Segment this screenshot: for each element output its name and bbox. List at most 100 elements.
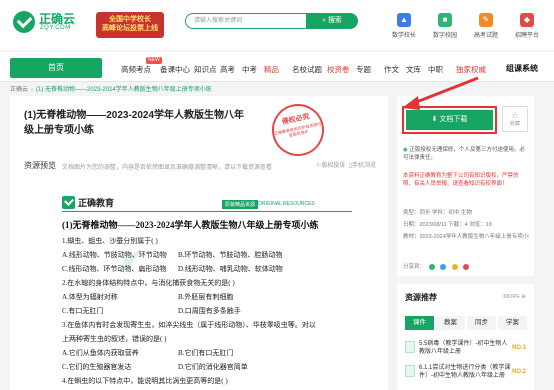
line-text: 3.在鱼体内有时会发现寄生虫，如淬尖线虫（属于线形动物）、华枝睾吸虫等。对以 bbox=[62, 321, 316, 329]
download-highlight: ⬇ 文档下载 bbox=[402, 106, 497, 134]
question-line: 4.在蝌虫的以下特点中，能说明其比涡虫更高等的是( ) bbox=[62, 376, 352, 386]
option-a: A.它们从鱼体内获取营养 bbox=[62, 349, 139, 357]
page-title: (1)无脊椎动物——2023-2024学年人教版生物八年级上册专项小练 bbox=[24, 110, 245, 136]
campus-icon: ■ bbox=[438, 13, 452, 27]
option-d: D.口周围有多条触手 bbox=[178, 307, 241, 315]
line-text: 上两种寄生虫的叙述，错误的是( ) bbox=[62, 335, 167, 343]
nav-item-school-paper[interactable]: 校资卷 bbox=[327, 64, 350, 75]
top-link-jobs[interactable]: ◆ 招聘平台 bbox=[508, 13, 546, 39]
recommend-panel: 资源推荐 MORE ⊕ 课件 教案 同步 学案 5.5病毒（教学课件）-初中生物… bbox=[397, 284, 534, 390]
top-link-exam[interactable]: ✎ 高考试题 bbox=[467, 13, 505, 39]
option-d: D.它们的消化器官简单 bbox=[178, 363, 248, 371]
promo-banner[interactable]: 全国中学校长 高峰论坛投票上线 bbox=[96, 12, 164, 38]
document-panel: (1)无脊椎动物——2023-2024学年人教版生物八年级上册专项小练 侵权必究… bbox=[10, 96, 388, 390]
option-a: A.体型为辐射对称 bbox=[62, 293, 118, 301]
nav-item-knowledge[interactable]: 知识点 bbox=[194, 64, 217, 75]
copyright-stamp: 侵权必究 正确教育提供的所有资源均受版权保护 bbox=[267, 99, 329, 161]
recommend-item[interactable]: 6.1.1尝试对生物进行分类（教学课件）-初中生物人教版八年级上册 NO.2 bbox=[405, 364, 526, 382]
recommend-tabs: 课件 教案 同步 学案 bbox=[405, 316, 527, 330]
license-note-text: 正版授权无理保修，个人及第三方付送使用。必可法律责任。 bbox=[403, 147, 525, 161]
option-b: B.外胚层有刺细胞 bbox=[178, 293, 234, 301]
search-button[interactable]: ⌕ 搜索 bbox=[306, 13, 358, 29]
report-link[interactable]: 版权投诉 bbox=[321, 163, 345, 169]
question-line: A.它们从鱼体内获取营养 B.它们有口无肛门 bbox=[62, 348, 352, 358]
weibo-icon[interactable] bbox=[463, 263, 470, 270]
star-icon: ☆ bbox=[511, 111, 519, 120]
favorite-button[interactable]: ☆ 收藏 bbox=[502, 106, 528, 132]
breadcrumb-home[interactable]: 正确云 bbox=[10, 87, 28, 93]
briefcase-icon: ◆ bbox=[520, 13, 534, 27]
logo-subtitle: ZQY.COM bbox=[40, 25, 71, 31]
doc-brand-header: 正确教育 原装精品资源 ORIGINAL RESOURCES bbox=[62, 196, 352, 212]
preview-label: 资源预览 bbox=[24, 161, 56, 170]
recommend-item[interactable]: 5.5病毒（教学课件）-初中生物人教版八年级上册 NO.1 bbox=[405, 340, 526, 358]
option-b: B.它们有口无肛门 bbox=[178, 349, 234, 357]
question-line: 1.蝴虫、蛆虫、沙蚕分别属于( ) bbox=[62, 236, 352, 246]
nav-item-hot-points[interactable]: 高频考点 bbox=[121, 64, 151, 75]
tab-courseware[interactable]: 课件 bbox=[405, 316, 434, 330]
tab-study-plan[interactable]: 学案 bbox=[498, 316, 527, 330]
more-link[interactable]: MORE ⊕ bbox=[503, 294, 526, 300]
document-preview-page: 正确教育 原装精品资源 ORIGINAL RESOURCES ✔ (1)无脊椎动… bbox=[50, 182, 360, 390]
rank-badge: NO.1 bbox=[511, 345, 526, 351]
tab-sync[interactable]: 同步 bbox=[467, 316, 496, 330]
check-logo-icon bbox=[62, 196, 75, 209]
nav-item-exclusive[interactable]: 独家权威 bbox=[456, 64, 486, 75]
top-link-campus[interactable]: ■ 数字校园 bbox=[426, 13, 464, 39]
qq-icon[interactable] bbox=[440, 263, 447, 270]
nav-item-library[interactable]: 文库 bbox=[406, 64, 421, 75]
meta-type: 类型：同步 学科：初中 生物 bbox=[403, 210, 473, 216]
breadcrumb: 正确云 › (1) 无脊椎动物——2023-2024学年人教版生物八年级上册专项小练 bbox=[10, 84, 390, 94]
more-label: MORE bbox=[503, 294, 520, 300]
sheet-title: (1)无脊椎动物——2023-2024学年人教版生物八年级上册专项小练 bbox=[62, 220, 319, 230]
logo-icon[interactable] bbox=[13, 11, 35, 33]
option-c: C.它们的生殖器官发达 bbox=[62, 363, 132, 371]
top-link-label: 高考试题 bbox=[473, 33, 498, 39]
breadcrumb-separator: › bbox=[31, 87, 34, 93]
question-line: C.有口无肛门 D.口周围有多条触手 bbox=[62, 306, 352, 316]
nav-item-essay[interactable]: 作文 bbox=[384, 64, 399, 75]
top-link-principal[interactable]: ▲ 数学校长 bbox=[385, 13, 423, 39]
download-label: 文档下载 bbox=[439, 116, 468, 123]
recommend-title: 资源推荐 bbox=[405, 293, 437, 302]
license-note: ◉ 正版授权无理保修，个人及第三方付送使用。必可法律责任。 bbox=[403, 146, 529, 162]
question-line: C.它们的生殖器官发达 D.它们的消化器官简单 bbox=[62, 362, 352, 372]
recommend-item-title: 6.1.1尝试对生物进行分类（教学课件）-初中生物人教版八年级上册 bbox=[419, 365, 511, 379]
question-line: 3.在鱼体内有时会发现寄生虫，如淬尖线虫（属于线形动物）、华枝睾吸虫等。对以 bbox=[62, 320, 352, 330]
search-icon: ⌕ bbox=[322, 17, 326, 24]
share-row: 分享到： bbox=[403, 262, 471, 270]
option-c: C.线形动物、环节动物、扁形动物 bbox=[62, 265, 167, 273]
document-icon bbox=[405, 365, 415, 377]
tab-lesson-plan[interactable]: 教案 bbox=[436, 316, 465, 330]
top-link-label: 数学校长 bbox=[391, 33, 416, 39]
nav-item-famous-school[interactable]: 名校试题 bbox=[292, 64, 322, 75]
question-line: A.线形动物、节肢动物、环节动物 B.环节动物、节肢动物、腔肠动物 bbox=[62, 250, 352, 260]
wechat-icon[interactable] bbox=[428, 263, 435, 270]
nav-item-premium[interactable]: 精品 bbox=[264, 64, 279, 75]
line-text: 4.在蝌虫的以下特点中，能说明其比涡虫更高等的是( ) bbox=[62, 377, 228, 385]
side-panel: ⬇ 文档下载 ☆ 收藏 ◉ 正版授权无理保修，个人及第三方付送使用。必可法律责任… bbox=[397, 96, 534, 276]
nav-item-zhongkao[interactable]: 中考 bbox=[242, 64, 257, 75]
preview-actions: ⚐版权投诉 ▯手机浏览 bbox=[316, 160, 376, 169]
copyright-warning: 本资料正确教育为整下公司有知识版权，严禁仿照，有关人员举报、请查看知识有权界面！ bbox=[403, 173, 519, 187]
option-d: D.线形动物、哺乳动物、软体动物 bbox=[178, 265, 283, 273]
line-text: 1.蝴虫、蛆虫、沙蚕分别属于( ) bbox=[62, 237, 158, 245]
breadcrumb-current: (1) 无脊椎动物——2023-2024学年人教版生物八年级上册专项小练 bbox=[36, 87, 212, 93]
new-badge: NEW bbox=[146, 57, 162, 64]
qzone-icon[interactable] bbox=[451, 263, 458, 270]
line-text: 2.在水螅的身体结构特点中，与消化捕获食物无关的是( ) bbox=[62, 279, 235, 287]
meta-textbook: 教材：2023-2024学年人教版生物八年级上册专项小练 bbox=[403, 234, 529, 240]
nav-item-lesson-center[interactable]: 备课中心 bbox=[160, 64, 190, 75]
download-button[interactable]: ⬇ 文档下载 bbox=[406, 110, 493, 130]
nav-item-vocational[interactable]: 中职 bbox=[428, 64, 443, 75]
search-input[interactable]: 请输入搜索关键词 bbox=[185, 13, 307, 29]
rank-badge: NO.2 bbox=[511, 369, 526, 375]
mobile-link[interactable]: 手机浏览 bbox=[352, 163, 376, 169]
meta-date: 日期：2023/08/11 下载：4 浏览：19 bbox=[403, 222, 492, 228]
shield-icon: ◉ bbox=[403, 147, 408, 153]
nav-item-gaokao[interactable]: 高考 bbox=[220, 64, 235, 75]
recommend-item-title: 5.5病毒（教学课件）-初中生物人教版八年级上册 bbox=[419, 341, 508, 355]
nav-home[interactable]: 首页 bbox=[10, 58, 102, 78]
nav-item-course-system[interactable]: 组课系统 bbox=[506, 63, 538, 74]
nav-item-topic[interactable]: 专题 bbox=[356, 64, 371, 75]
